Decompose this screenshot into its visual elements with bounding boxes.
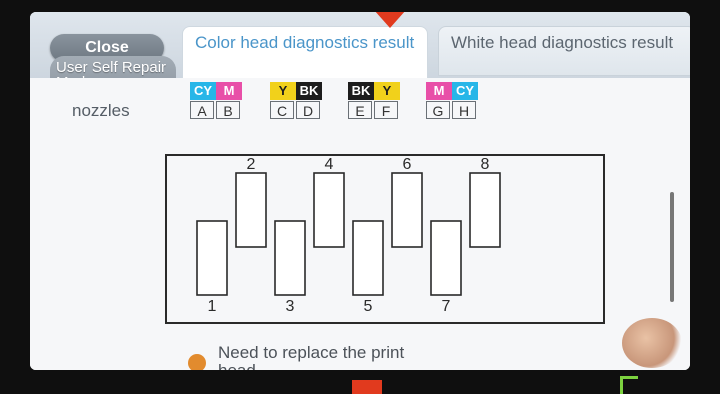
top-marker-icon [374, 12, 406, 28]
nozzle-letter-c: C [270, 101, 294, 119]
nozzle-color-bk: BK [348, 82, 374, 100]
nozzle-letter-h: H [452, 101, 476, 119]
nozzle-number-3: 3 [286, 298, 295, 315]
nozzle-slot-1: CY M A B [190, 82, 242, 121]
nozzle-color-m: M [426, 82, 452, 100]
finger-overlay [622, 318, 682, 368]
print-head-diagram-svg: 1 2 3 4 5 6 7 8 [196, 156, 501, 315]
nozzle-slot-3: BK Y E F [348, 82, 400, 121]
scrollbar[interactable] [670, 192, 674, 302]
nozzle-rect-2 [235, 172, 267, 248]
nozzle-rect-3 [274, 220, 306, 296]
nozzle-color-cy: CY [190, 82, 216, 100]
nozzle-letter-d: D [296, 101, 320, 119]
nozzle-letter-g: G [426, 101, 450, 119]
nozzle-color-cy: CY [452, 82, 478, 100]
nozzle-color-y: Y [270, 82, 296, 100]
nozzle-letter-a: A [190, 101, 214, 119]
tab-color-head-diagnostics[interactable]: Color head diagnostics result [182, 26, 428, 82]
nozzle-letter-f: F [374, 101, 398, 119]
nozzle-rect-1 [196, 220, 228, 296]
nozzle-color-y: Y [374, 82, 400, 100]
tab-white-head-diagnostics[interactable]: White head diagnostics result [438, 26, 690, 76]
nozzle-color-m: M [216, 82, 242, 100]
diagnostics-content: nozzles CY M A B Y BK C D BK Y E F M CY … [30, 78, 690, 370]
nozzle-rect-4 [313, 172, 345, 248]
nozzle-letter-e: E [348, 101, 372, 119]
nozzle-rect-8 [469, 172, 501, 248]
nozzle-rect-7 [430, 220, 462, 296]
touch-screen: Close User Self Repair Mode Color head d… [30, 12, 690, 370]
nozzle-rect-5 [352, 220, 384, 296]
nozzle-number-1: 1 [208, 298, 217, 315]
status-message: Need to replace the print head [218, 343, 405, 371]
nozzle-rect-6 [391, 172, 423, 248]
nozzle-letter-b: B [216, 101, 240, 119]
print-head-diagram: 1 2 3 4 5 6 7 8 [165, 154, 605, 324]
nozzle-number-6: 6 [403, 156, 412, 173]
nozzle-number-8: 8 [481, 156, 490, 173]
nozzle-number-4: 4 [325, 156, 334, 173]
nozzle-color-bk: BK [296, 82, 322, 100]
green-marker-icon [620, 376, 638, 394]
nozzle-slot-2: Y BK C D [270, 82, 322, 121]
bottom-marker-icon [352, 380, 382, 394]
nozzle-number-5: 5 [364, 298, 373, 315]
nozzles-label: nozzles [72, 101, 130, 120]
nozzle-number-2: 2 [247, 156, 256, 173]
nozzle-number-7: 7 [442, 298, 451, 315]
status-indicator-icon [188, 354, 206, 370]
nozzle-slot-4: M CY G H [426, 82, 478, 121]
